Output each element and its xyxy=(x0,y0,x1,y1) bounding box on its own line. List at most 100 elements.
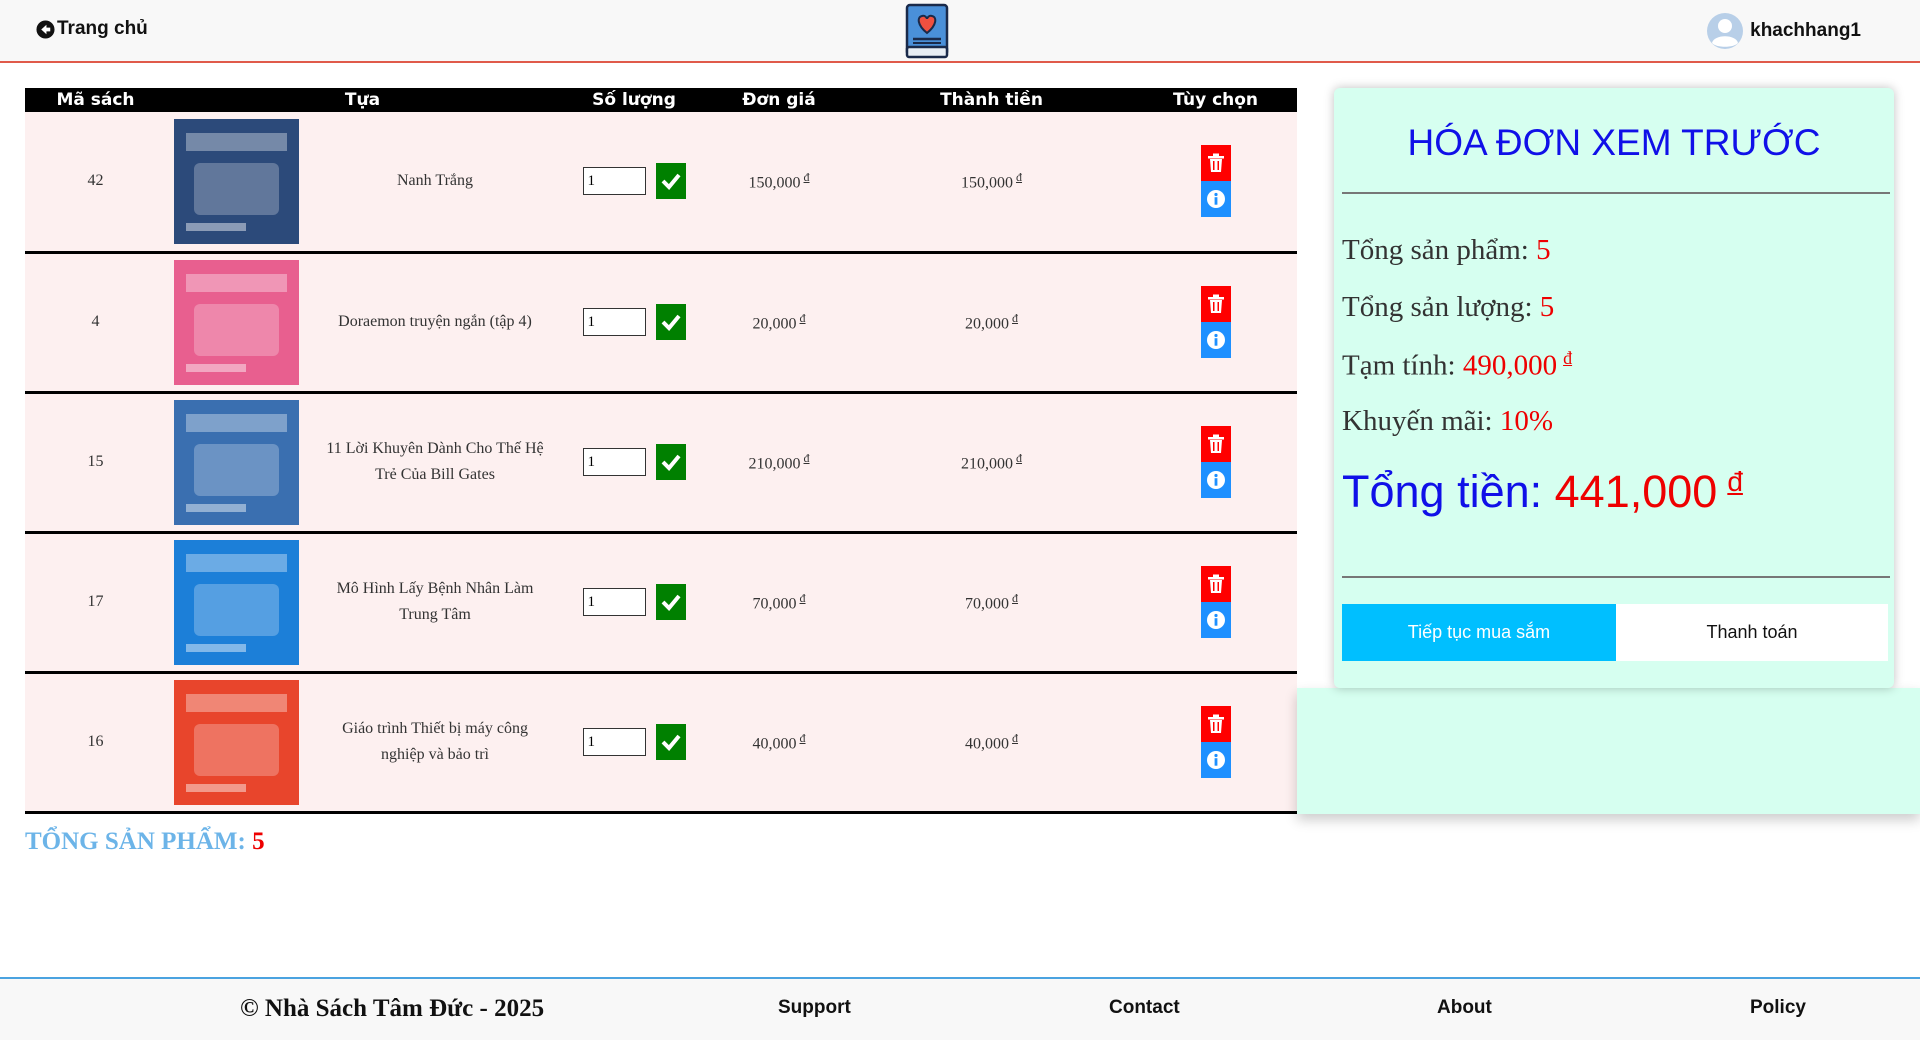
unit-price-value: 20,000 xyxy=(752,315,797,333)
invoice-discount-value: 10% xyxy=(1499,405,1554,437)
invoice-subtotal-value: 490,000 xyxy=(1462,349,1558,382)
update-quantity-button[interactable] xyxy=(655,444,686,480)
info-icon xyxy=(1206,190,1225,209)
item-info-button[interactable] xyxy=(1200,462,1231,498)
delete-item-button[interactable] xyxy=(1200,145,1231,182)
table-row: 16 Giáo trình Thiết bị máy công nghiệp v… xyxy=(25,672,1298,812)
book-cover-image xyxy=(174,539,299,665)
invoice-quantity-value: 5 xyxy=(1539,291,1555,323)
table-row: 42 Nanh Trắng 150,000đ 150,000đ xyxy=(25,112,1298,252)
column-header-quantity: Số lượng xyxy=(559,88,710,112)
book-title: Giáo trình Thiết bị máy công nghiệp và b… xyxy=(342,720,528,763)
item-info-button[interactable] xyxy=(1200,742,1231,778)
currency-symbol: đ xyxy=(1016,450,1023,465)
invoice-title: HÓA ĐƠN XEM TRƯỚC xyxy=(1407,122,1821,163)
line-total: 210,000 đ xyxy=(849,392,1134,532)
book-heart-logo-icon[interactable] xyxy=(903,3,951,60)
unit-price: 150,000 đ xyxy=(709,112,849,252)
trash-icon xyxy=(1207,153,1224,173)
invoice-grand-value: 441,000 xyxy=(1554,466,1718,517)
footer-link-about[interactable]: About xyxy=(1437,997,1492,1019)
unit-price-value: 40,000 xyxy=(752,735,797,753)
book-cover-image xyxy=(174,259,299,385)
trash-icon xyxy=(1207,434,1224,453)
update-quantity-button[interactable] xyxy=(655,304,686,340)
delete-item-button[interactable] xyxy=(1200,286,1231,322)
top-header: Trang chủ khachhang1 xyxy=(0,0,1920,63)
item-info-button[interactable] xyxy=(1200,181,1231,218)
currency-symbol: đ xyxy=(1012,590,1019,605)
book-title: Doraemon truyện ngắn (tập 4) xyxy=(338,313,532,330)
line-total-value: 40,000 xyxy=(965,735,1010,753)
delete-item-button[interactable] xyxy=(1200,566,1231,602)
currency-symbol: đ xyxy=(1016,170,1023,185)
invoice-quantity-stat: Tổng sản lượng: 5 xyxy=(1342,291,1554,324)
quantity-cell xyxy=(559,392,709,532)
options-cell xyxy=(1134,532,1297,672)
quantity-cell xyxy=(559,112,709,252)
book-cover-cell xyxy=(166,532,311,672)
invoice-subtotal-stat: Tạm tính: 490,000 đ xyxy=(1342,348,1572,383)
invoice-panel-extension xyxy=(1297,688,1920,814)
invoice-discount-stat: Khuyến mãi: 10% xyxy=(1342,405,1553,438)
book-cover-cell xyxy=(166,252,311,392)
item-info-button[interactable] xyxy=(1200,602,1231,638)
line-total-value: 70,000 xyxy=(965,595,1010,613)
book-title: Mô Hình Lấy Bệnh Nhân Làm Trung Tâm xyxy=(336,580,534,623)
quantity-cell xyxy=(559,672,709,812)
column-header-line-total: Thành tiền xyxy=(849,88,1135,112)
line-total: 150,000 đ xyxy=(849,112,1134,252)
update-quantity-button[interactable] xyxy=(655,724,686,760)
quantity-input[interactable] xyxy=(582,728,646,756)
quantity-cell xyxy=(559,532,709,672)
check-icon xyxy=(661,173,681,191)
currency-symbol: đ xyxy=(799,310,806,325)
column-header-id: Mã sách xyxy=(25,88,166,112)
user-menu[interactable]: khachhang1 xyxy=(1706,12,1861,50)
info-icon xyxy=(1206,611,1225,629)
line-total-value: 20,000 xyxy=(965,315,1010,333)
line-total: 20,000 đ xyxy=(849,252,1134,392)
book-id: 16 xyxy=(87,733,104,750)
continue-shopping-button[interactable]: Tiếp tục mua sắm xyxy=(1342,604,1616,661)
item-info-button[interactable] xyxy=(1200,322,1231,358)
update-quantity-button[interactable] xyxy=(655,163,686,200)
arrow-left-circle-icon xyxy=(36,19,55,39)
invoice-subtotal-currency: đ xyxy=(1563,348,1573,368)
footer-link-contact[interactable]: Contact xyxy=(1109,997,1180,1019)
quantity-cell xyxy=(559,252,709,392)
info-icon xyxy=(1206,751,1225,769)
book-cover-cell xyxy=(166,672,311,812)
book-title: Nanh Trắng xyxy=(397,172,474,190)
options-cell xyxy=(1134,112,1297,252)
quantity-input[interactable] xyxy=(582,588,646,616)
currency-symbol: đ xyxy=(803,450,810,465)
table-row: 4 Doraemon truyện ngắn (tập 4) 20,000đ 2… xyxy=(25,252,1298,392)
quantity-input[interactable] xyxy=(582,308,646,336)
home-link[interactable]: Trang chủ xyxy=(36,18,148,40)
delete-item-button[interactable] xyxy=(1200,426,1231,462)
column-header-title: Tựa xyxy=(166,88,560,112)
options-cell xyxy=(1134,392,1297,532)
invoice-subtotal-label: Tạm tính: xyxy=(1342,349,1456,382)
footer-link-support[interactable]: Support xyxy=(778,997,851,1019)
user-avatar-icon xyxy=(1707,13,1744,49)
book-title: 11 Lời Khuyên Dành Cho Thế Hệ Trẻ Của Bi… xyxy=(326,440,544,483)
invoice-grand-label: Tổng tiền: xyxy=(1342,466,1543,517)
update-quantity-button[interactable] xyxy=(655,584,686,620)
quantity-input[interactable] xyxy=(582,448,646,476)
checkout-button[interactable]: Thanh toán xyxy=(1616,604,1888,661)
invoice-grand-currency: đ xyxy=(1727,466,1743,497)
unit-price-value: 210,000 xyxy=(748,455,801,473)
book-cover-cell xyxy=(166,392,311,532)
footer-link-policy[interactable]: Policy xyxy=(1750,997,1806,1019)
total-products-value: 5 xyxy=(252,828,265,855)
book-id: 15 xyxy=(87,453,104,470)
unit-price-value: 70,000 xyxy=(752,595,797,613)
book-id: 42 xyxy=(87,172,104,190)
options-cell xyxy=(1134,672,1297,812)
check-icon xyxy=(661,734,681,751)
delete-item-button[interactable] xyxy=(1200,706,1231,742)
table-header-row: Mã sách Tựa Số lượng Đơn giá Thành tiền … xyxy=(25,88,1298,112)
quantity-input[interactable] xyxy=(582,167,646,196)
